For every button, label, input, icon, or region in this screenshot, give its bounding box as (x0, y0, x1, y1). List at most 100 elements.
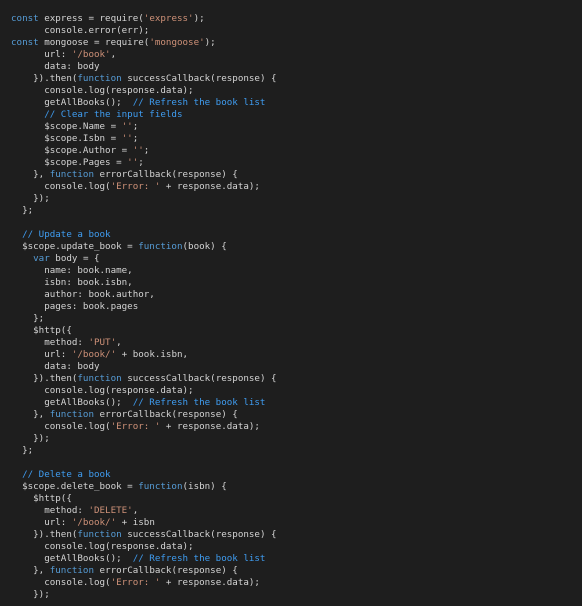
code-token: function (49, 409, 94, 420)
code-line: var body = { (11, 253, 582, 265)
code-line: console.log('Error: ' + response.data); (11, 181, 582, 193)
code-token: author: book.author, (11, 289, 155, 300)
code-token: getAllBooks(); (11, 97, 133, 108)
code-token: method: (11, 505, 89, 516)
code-token: $scope.Pages = (11, 157, 128, 168)
code-token: $scope.Author = (11, 145, 133, 156)
code-token: }); (11, 433, 50, 444)
code-line: }).then(function successCallback(respons… (11, 73, 582, 85)
code-token: console.log( (11, 577, 111, 588)
code-line: method: 'PUT', (11, 337, 582, 349)
code-token: , (132, 505, 139, 516)
code-line: console.log(response.data); (11, 541, 582, 553)
code-line: $scope.Name = ''; (11, 121, 582, 133)
code-token: '' (121, 121, 133, 132)
code-token: errorCallback(response) { (94, 169, 238, 180)
code-line: $scope.delete_book = function(isbn) { (11, 481, 582, 493)
code-token: + book.isbn, (116, 349, 189, 360)
code-token: $http({ (11, 493, 72, 504)
code-line: }; (11, 445, 582, 457)
code-editor[interactable]: const express = require('express'); cons… (0, 0, 582, 606)
code-token: }; (11, 205, 34, 216)
code-line: }); (11, 433, 582, 445)
code-line: getAllBooks(); // Refresh the book list (11, 397, 582, 409)
code-line: }).then(function successCallback(respons… (11, 529, 582, 541)
code-line: }); (11, 193, 582, 205)
code-line: // Delete a book (11, 469, 582, 481)
code-token: + response.data); (160, 181, 260, 192)
code-token: ; (143, 145, 150, 156)
code-token: $scope.Name = (11, 121, 122, 132)
code-token: console.log(response.data); (11, 385, 194, 396)
code-token: , (116, 337, 122, 348)
code-line: }); (11, 589, 582, 601)
code-line: data: body (11, 361, 582, 373)
code-token: function (77, 73, 122, 84)
code-token: mongoose = require( (38, 37, 150, 48)
code-line: const express = require('express'); (11, 13, 582, 25)
code-token: express = require( (38, 13, 144, 24)
code-token: getAllBooks(); (11, 397, 133, 408)
code-token: var (33, 253, 50, 264)
code-line: console.log(response.data); (11, 85, 582, 97)
code-token: + response.data); (160, 577, 260, 588)
code-token: '/book/' (71, 349, 117, 360)
code-token: console.log( (11, 421, 111, 432)
code-token: $http({ (11, 325, 72, 336)
code-line: pages: book.pages (11, 301, 582, 313)
code-token: // Delete a book (22, 469, 111, 480)
code-token: getAllBooks(); (11, 553, 133, 564)
code-line: }, function errorCallback(response) { (11, 169, 582, 181)
code-line: ​ (11, 217, 582, 229)
code-token: pages: book.pages (11, 301, 139, 312)
code-token: body = { (49, 253, 100, 264)
code-line: author: book.author, (11, 289, 582, 301)
code-token: + isbn (116, 517, 155, 528)
code-token: const (11, 37, 39, 48)
code-line: // Clear the input fields (11, 109, 582, 121)
code-token: }, (11, 409, 50, 420)
code-token: url: (11, 349, 72, 360)
code-line: console.log(response.data); (11, 385, 582, 397)
code-token: url: (11, 517, 72, 528)
code-token: 'express' (143, 13, 194, 24)
code-token: ); (204, 37, 216, 48)
code-token: // Refresh the book list (132, 97, 266, 108)
code-token: successCallback(response) { (121, 529, 277, 540)
code-token: errorCallback(response) { (94, 409, 238, 420)
code-line: $scope.Pages = ''; (11, 157, 582, 169)
code-token: }, (11, 169, 50, 180)
code-token: console.log( (11, 181, 111, 192)
code-token: 'Error: ' (110, 181, 161, 192)
code-token: url: (11, 49, 72, 60)
code-token: ); (193, 13, 205, 24)
code-line: }; (11, 205, 582, 217)
code-token: data: body (11, 61, 100, 72)
code-token: successCallback(response) { (121, 373, 277, 384)
code-token: // Refresh the book list (132, 553, 266, 564)
code-line: name: book.name, (11, 265, 582, 277)
code-token: '' (121, 133, 133, 144)
code-line: console.error(err); (11, 25, 582, 37)
code-line: $scope.Isbn = ''; (11, 133, 582, 145)
code-token: $scope.Isbn = (11, 133, 122, 144)
code-token: '/book/' (71, 517, 117, 528)
code-token: }, (11, 565, 50, 576)
code-line: console.log('Error: ' + response.data); (11, 421, 582, 433)
code-token: isbn: book.isbn, (11, 277, 133, 288)
code-line: }, function errorCallback(response) { (11, 565, 582, 577)
code-line: $scope.Author = ''; (11, 145, 582, 157)
code-token: function (49, 169, 94, 180)
code-line: $scope.update_book = function(book) { (11, 241, 582, 253)
code-line: console.log('Error: ' + response.data); (11, 577, 582, 589)
code-token: const (11, 13, 39, 24)
code-line: ​ (11, 457, 582, 469)
code-token: // Clear the input fields (44, 109, 183, 120)
code-token: 'Error: ' (110, 577, 161, 588)
code-line: $http({ (11, 493, 582, 505)
code-line: }, function errorCallback(response) { (11, 409, 582, 421)
code-token: ; (132, 121, 139, 132)
